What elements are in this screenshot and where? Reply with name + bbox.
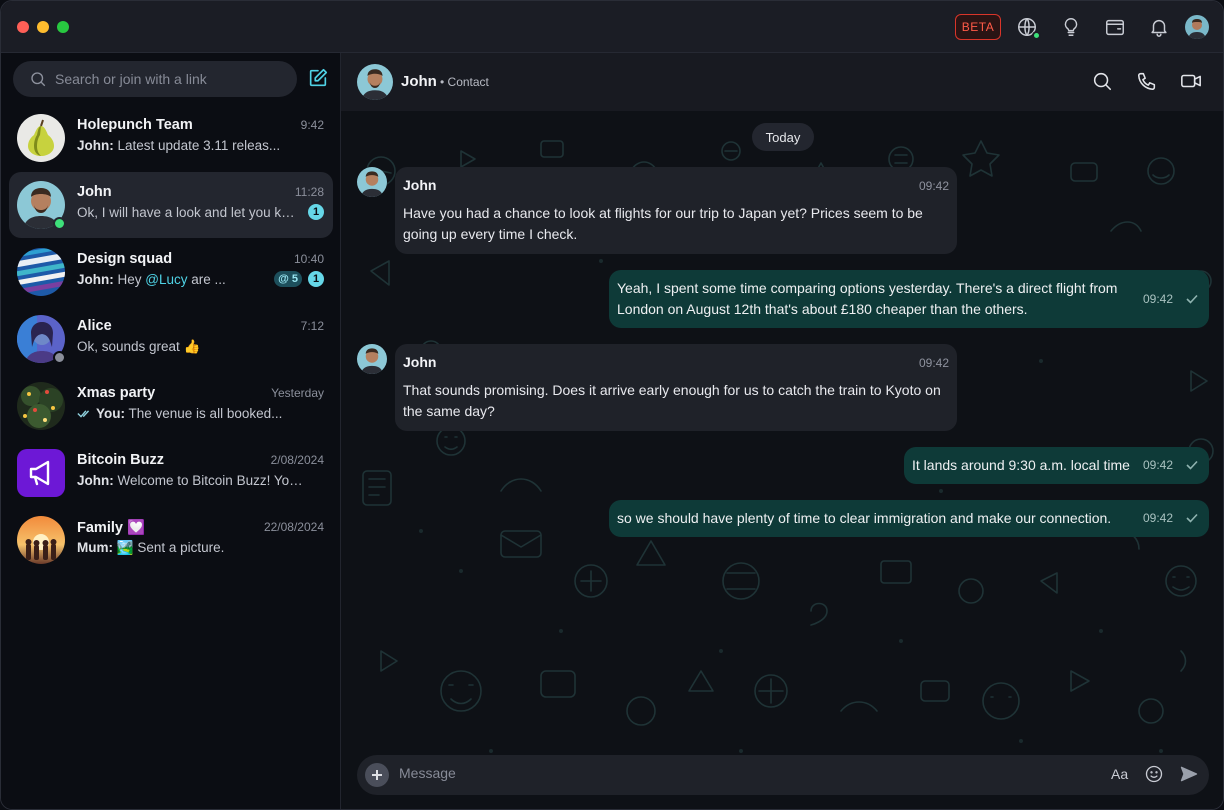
outgoing-message[interactable]: so we should have plenty of time to clea… <box>609 500 1209 537</box>
message-text: It lands around 9:30 a.m. local time <box>912 457 1130 473</box>
message-time: 09:42 <box>918 179 949 193</box>
plus-icon <box>372 770 382 780</box>
contact-subtitle: • Contact <box>440 75 489 89</box>
video-camera-icon[interactable] <box>1180 70 1204 94</box>
sent-check-icon <box>1185 292 1199 306</box>
title-bar: BETA <box>1 1 1223 53</box>
chat-time: Yesterday <box>271 386 324 400</box>
message-time: 09:42 <box>1142 458 1173 472</box>
profile-avatar[interactable] <box>1185 15 1209 39</box>
compose-icon[interactable] <box>307 67 331 91</box>
sent-check-icon <box>1185 511 1199 525</box>
message-text: Have you had a chance to look at flights… <box>403 205 923 242</box>
message-time: 09:42 <box>1142 292 1173 306</box>
online-status-dot <box>53 217 66 230</box>
chat-preview: Ok, sounds great 👍 <box>77 339 201 354</box>
message-time: 09:42 <box>1142 511 1173 525</box>
message-text: That sounds promising. Does it arrive ea… <box>403 382 941 419</box>
chat-item-design-squad[interactable]: Design squad 10:40 John: Hey @Lucy are .… <box>9 239 333 305</box>
contact-avatar[interactable] <box>357 64 393 100</box>
message-composer: Aa <box>357 755 1209 795</box>
search-icon <box>31 72 46 87</box>
beta-badge[interactable]: BETA <box>955 14 1001 40</box>
sender-avatar[interactable] <box>357 344 387 374</box>
chat-sidebar: Holepunch Team 9:42 John: Latest update … <box>1 53 341 809</box>
bell-icon[interactable] <box>1147 15 1171 39</box>
chat-item-alice[interactable]: Alice 7:12 Ok, sounds great 👍 <box>9 306 333 372</box>
chat-preview: Mum: 🏞️ Sent a picture. <box>77 540 225 555</box>
conversation-header: John • Contact <box>341 53 1223 111</box>
away-status-dot <box>53 351 66 364</box>
chat-name: Holepunch Team <box>77 117 193 133</box>
chat-name: Alice <box>77 318 112 334</box>
message-text: so we should have plenty of time to clea… <box>617 510 1112 526</box>
chat-preview: John: Latest update 3.11 releas... <box>77 138 281 153</box>
minimize-window-button[interactable] <box>37 21 49 33</box>
date-divider: Today <box>752 123 814 151</box>
incoming-message[interactable]: John 09:42 Have you had a chance to look… <box>395 167 957 254</box>
read-receipt-icon <box>77 410 90 418</box>
chat-preview: John: Hey @Lucy are ... <box>77 272 226 287</box>
add-attachment-button[interactable] <box>365 763 389 787</box>
search-bar[interactable] <box>13 61 297 97</box>
unread-badge: 1 <box>308 271 324 287</box>
outgoing-message[interactable]: Yeah, I spent some time comparing option… <box>609 270 1209 328</box>
mention-tag: @Lucy <box>145 272 188 287</box>
globe-icon[interactable] <box>1015 15 1041 40</box>
incoming-message[interactable]: John 09:42 That sounds promising. Does i… <box>395 344 957 431</box>
sent-check-icon <box>1185 458 1199 472</box>
network-status-dot <box>1032 31 1041 40</box>
chat-time: 2/08/2024 <box>270 453 324 467</box>
outgoing-message[interactable]: It lands around 9:30 a.m. local time 09:… <box>904 447 1209 484</box>
message-time: 09:42 <box>918 356 949 370</box>
chat-item-john[interactable]: John 11:28 Ok, I will have a look and le… <box>9 172 333 238</box>
avatar <box>17 516 65 564</box>
message-text-line: London on August 12th that's about £180 … <box>617 301 1028 317</box>
chat-preview: You: The venue is all booked... <box>77 406 282 421</box>
message-text-line: Yeah, I spent some time comparing option… <box>617 280 1118 296</box>
lightbulb-icon[interactable] <box>1059 15 1083 39</box>
wallet-icon[interactable] <box>1103 15 1127 39</box>
chat-item-xmas-party[interactable]: Xmas party Yesterday You: The venue is a… <box>9 373 333 439</box>
send-icon[interactable] <box>1179 764 1201 786</box>
chat-time: 11:28 <box>294 185 324 199</box>
search-icon[interactable] <box>1091 70 1115 94</box>
close-window-button[interactable] <box>17 21 29 33</box>
emoji-icon[interactable] <box>1144 764 1166 786</box>
megaphone-icon <box>17 449 65 497</box>
chat-name: John <box>77 184 112 200</box>
contact-name[interactable]: John <box>401 73 437 90</box>
chat-name: Design squad <box>77 251 173 267</box>
search-input[interactable] <box>55 71 275 87</box>
message-sender: John <box>403 177 437 193</box>
chat-preview: Ok, I will have a look and let you kn... <box>77 205 299 220</box>
conversation-pane: John • Contact Today John 09:42 Have you… <box>341 53 1223 809</box>
chat-name: Xmas party <box>77 385 156 401</box>
chat-time: 7:12 <box>300 319 324 333</box>
chat-item-holepunch-team[interactable]: Holepunch Team 9:42 John: Latest update … <box>9 105 333 171</box>
chat-item-bitcoin-buzz[interactable]: Bitcoin Buzz 2/08/2024 John: Welcome to … <box>9 440 333 506</box>
sender-avatar[interactable] <box>357 167 387 197</box>
chat-time: 22/08/2024 <box>263 520 324 534</box>
chat-item-family[interactable]: Family 💟 22/08/2024 Mum: 🏞️ Sent a pictu… <box>9 507 333 573</box>
avatar <box>17 248 65 296</box>
maximize-window-button[interactable] <box>57 21 69 33</box>
chat-name: Family 💟 <box>77 520 146 536</box>
phone-icon[interactable] <box>1136 70 1160 94</box>
text-format-button[interactable]: Aa <box>1111 766 1128 782</box>
chat-name: Bitcoin Buzz <box>77 452 164 468</box>
mentions-badge: @ 5 <box>274 271 302 287</box>
unread-badge: 1 <box>308 204 324 220</box>
avatar <box>17 114 65 162</box>
chat-time: 10:40 <box>293 252 324 266</box>
message-sender: John <box>403 354 437 370</box>
chat-time: 9:42 <box>300 118 324 132</box>
app-window: BETA Holepunch T <box>0 0 1224 810</box>
avatar <box>17 382 65 430</box>
message-input[interactable] <box>399 765 1099 781</box>
chat-preview: John: Welcome to Bitcoin Buzz! Your... <box>77 473 307 488</box>
